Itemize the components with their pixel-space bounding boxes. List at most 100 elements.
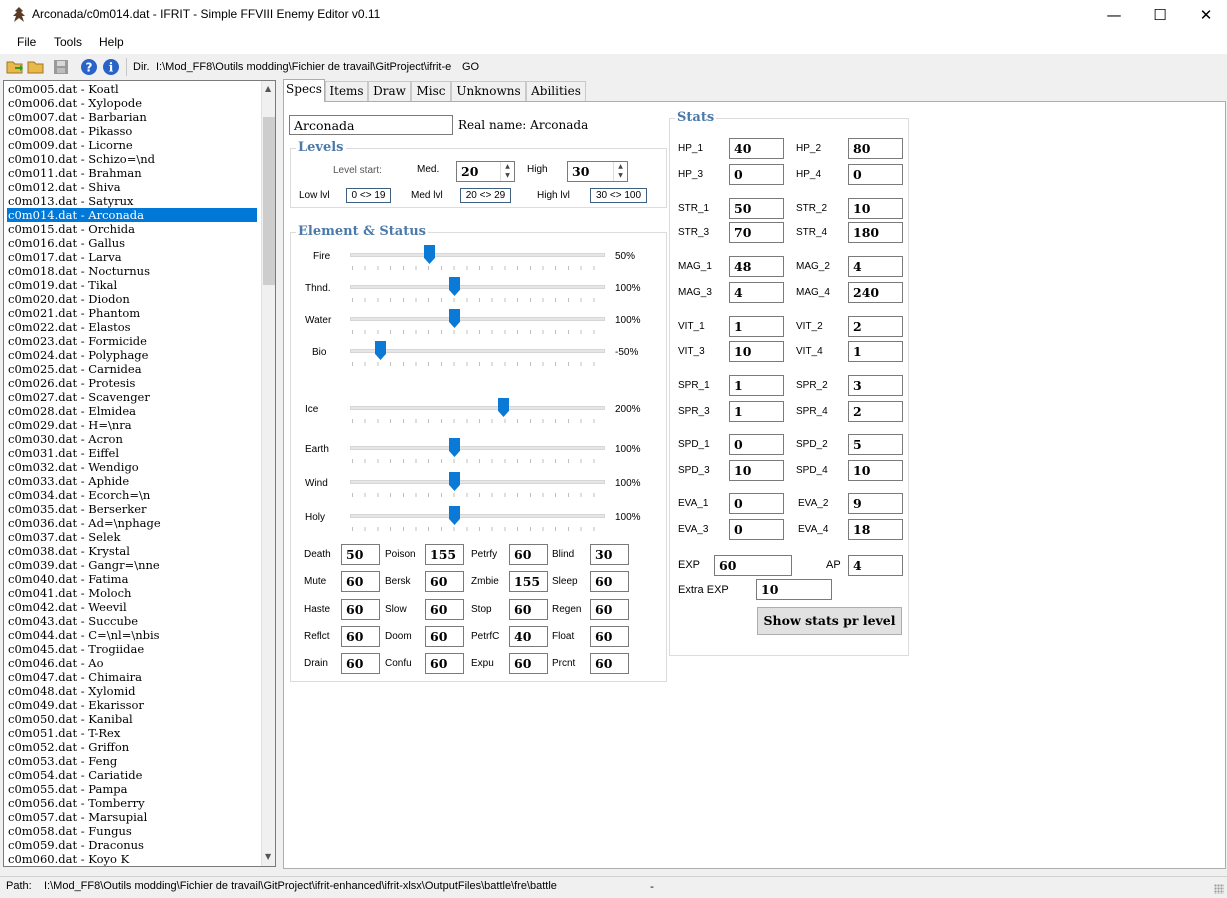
list-item[interactable]: c0m058.dat - Fungus bbox=[7, 824, 257, 838]
tab-unknowns[interactable]: Unknowns bbox=[451, 81, 526, 101]
status-input[interactable]: 60 bbox=[509, 544, 548, 565]
list-item[interactable]: c0m057.dat - Marsupial bbox=[7, 810, 257, 824]
minimize-button[interactable]: — bbox=[1091, 0, 1137, 30]
list-item[interactable]: c0m049.dat - Ekarissor bbox=[7, 698, 257, 712]
folder-icon[interactable] bbox=[27, 58, 45, 76]
status-input[interactable]: 60 bbox=[341, 625, 380, 647]
list-item[interactable]: c0m034.dat - Ecorch=\n bbox=[7, 488, 257, 502]
list-item[interactable]: c0m017.dat - Larva bbox=[7, 250, 257, 264]
stat-input[interactable]: 0 bbox=[729, 434, 784, 455]
element-slider-track[interactable] bbox=[350, 317, 605, 321]
med-spinner-icon[interactable]: ▲ ▼ bbox=[500, 162, 514, 181]
element-slider-track[interactable] bbox=[350, 446, 605, 450]
status-input[interactable]: 40 bbox=[509, 625, 548, 647]
stat-input[interactable]: 48 bbox=[729, 256, 784, 277]
stat-input[interactable]: 10 bbox=[729, 341, 784, 362]
list-item[interactable]: c0m030.dat - Acron bbox=[7, 432, 257, 446]
list-item[interactable]: c0m022.dat - Elastos bbox=[7, 320, 257, 334]
list-item[interactable]: c0m053.dat - Feng bbox=[7, 754, 257, 768]
scroll-thumb[interactable] bbox=[263, 117, 275, 285]
tab-misc[interactable]: Misc bbox=[411, 81, 451, 101]
list-item[interactable]: c0m060.dat - Koyo K bbox=[7, 852, 257, 866]
stat-input[interactable]: 9 bbox=[848, 493, 903, 514]
menu-tools[interactable]: Tools bbox=[54, 35, 82, 49]
list-item[interactable]: c0m046.dat - Ao bbox=[7, 656, 257, 670]
list-item[interactable]: c0m054.dat - Cariatide bbox=[7, 768, 257, 782]
status-input[interactable]: 60 bbox=[341, 653, 380, 675]
ap-input[interactable]: 4 bbox=[848, 555, 903, 576]
status-input[interactable]: 60 bbox=[425, 598, 464, 620]
stat-input[interactable]: 18 bbox=[848, 519, 903, 540]
scroll-down-icon[interactable]: ▼ bbox=[265, 852, 271, 861]
list-item[interactable]: c0m051.dat - T-Rex bbox=[7, 726, 257, 740]
element-slider-track[interactable] bbox=[350, 253, 605, 257]
list-item[interactable]: c0m038.dat - Krystal bbox=[7, 544, 257, 558]
list-item[interactable]: c0m012.dat - Shiva bbox=[7, 180, 257, 194]
status-input[interactable]: 50 bbox=[341, 544, 380, 565]
stat-input[interactable]: 4 bbox=[729, 282, 784, 303]
status-input[interactable]: 60 bbox=[509, 598, 548, 620]
resize-grip-icon[interactable] bbox=[1214, 884, 1224, 894]
status-input[interactable]: 60 bbox=[590, 571, 629, 593]
list-item[interactable]: c0m011.dat - Brahman bbox=[7, 166, 257, 180]
list-item[interactable]: c0m042.dat - Weevil bbox=[7, 600, 257, 614]
list-item[interactable]: c0m024.dat - Polyphage bbox=[7, 348, 257, 362]
stat-input[interactable]: 240 bbox=[848, 282, 903, 303]
status-input[interactable]: 155 bbox=[425, 544, 464, 565]
close-button[interactable]: ✕ bbox=[1183, 0, 1227, 30]
stat-input[interactable]: 0 bbox=[729, 164, 784, 185]
status-input[interactable]: 60 bbox=[590, 598, 629, 620]
list-item[interactable]: c0m043.dat - Succube bbox=[7, 614, 257, 628]
list-item[interactable]: c0m006.dat - Xylopode bbox=[7, 96, 257, 110]
list-item[interactable]: c0m041.dat - Moloch bbox=[7, 586, 257, 600]
list-item[interactable]: c0m047.dat - Chimaira bbox=[7, 670, 257, 684]
list-item[interactable]: c0m055.dat - Pampa bbox=[7, 782, 257, 796]
list-item[interactable]: c0m007.dat - Barbarian bbox=[7, 110, 257, 124]
stat-input[interactable]: 1 bbox=[729, 401, 784, 422]
status-input[interactable]: 155 bbox=[509, 571, 548, 593]
med-level-input[interactable]: 20 ▲ ▼ bbox=[456, 161, 515, 182]
list-item[interactable]: c0m059.dat - Draconus bbox=[7, 838, 257, 852]
element-slider-track[interactable] bbox=[350, 349, 605, 353]
element-slider-track[interactable] bbox=[350, 406, 605, 410]
open-folder-icon[interactable] bbox=[6, 58, 24, 76]
list-item[interactable]: c0m021.dat - Phantom bbox=[7, 306, 257, 320]
status-input[interactable]: 60 bbox=[590, 625, 629, 647]
list-item[interactable]: c0m025.dat - Carnidea bbox=[7, 362, 257, 376]
list-item[interactable]: c0m037.dat - Selek bbox=[7, 530, 257, 544]
name-input[interactable]: Arconada bbox=[289, 115, 453, 135]
element-slider-track[interactable] bbox=[350, 285, 605, 289]
list-item[interactable]: c0m013.dat - Satyrux bbox=[7, 194, 257, 208]
list-item[interactable]: c0m035.dat - Berserker bbox=[7, 502, 257, 516]
list-item[interactable]: c0m016.dat - Gallus bbox=[7, 236, 257, 250]
list-item[interactable]: c0m020.dat - Diodon bbox=[7, 292, 257, 306]
list-item[interactable]: c0m044.dat - C=\nl=\nbis bbox=[7, 628, 257, 642]
stat-input[interactable]: 10 bbox=[848, 198, 903, 219]
list-item[interactable]: c0m050.dat - Kanibal bbox=[7, 712, 257, 726]
list-item[interactable]: c0m033.dat - Aphide bbox=[7, 474, 257, 488]
help-icon[interactable]: ? bbox=[80, 58, 98, 76]
tab-items[interactable]: Items bbox=[325, 81, 368, 101]
exp-input[interactable]: 60 bbox=[714, 555, 792, 576]
list-item[interactable]: c0m026.dat - Protesis bbox=[7, 376, 257, 390]
tab-specs[interactable]: Specs bbox=[283, 79, 325, 102]
stat-input[interactable]: 1 bbox=[848, 341, 903, 362]
status-input[interactable]: 60 bbox=[425, 653, 464, 675]
list-item[interactable]: c0m010.dat - Schizo=\nd bbox=[7, 152, 257, 166]
status-input[interactable]: 60 bbox=[590, 653, 629, 675]
status-input[interactable]: 60 bbox=[509, 653, 548, 675]
menu-file[interactable]: File bbox=[17, 35, 36, 49]
stat-input[interactable]: 0 bbox=[729, 493, 784, 514]
list-item[interactable]: c0m018.dat - Nocturnus bbox=[7, 264, 257, 278]
stat-input[interactable]: 0 bbox=[848, 164, 903, 185]
list-item[interactable]: c0m040.dat - Fatima bbox=[7, 572, 257, 586]
stat-input[interactable]: 40 bbox=[729, 138, 784, 159]
dir-input[interactable]: I:\Mod_FF8\Outils modding\Fichier de tra… bbox=[156, 59, 455, 76]
stat-input[interactable]: 3 bbox=[848, 375, 903, 396]
stat-input[interactable]: 4 bbox=[848, 256, 903, 277]
stat-input[interactable]: 180 bbox=[848, 222, 903, 243]
file-list[interactable]: c0m005.dat - Koatl c0m006.dat - Xylopode c… bbox=[3, 80, 276, 867]
stat-input[interactable]: 5 bbox=[848, 434, 903, 455]
stat-input[interactable]: 2 bbox=[848, 401, 903, 422]
tab-abilities[interactable]: Abilities bbox=[526, 81, 586, 101]
